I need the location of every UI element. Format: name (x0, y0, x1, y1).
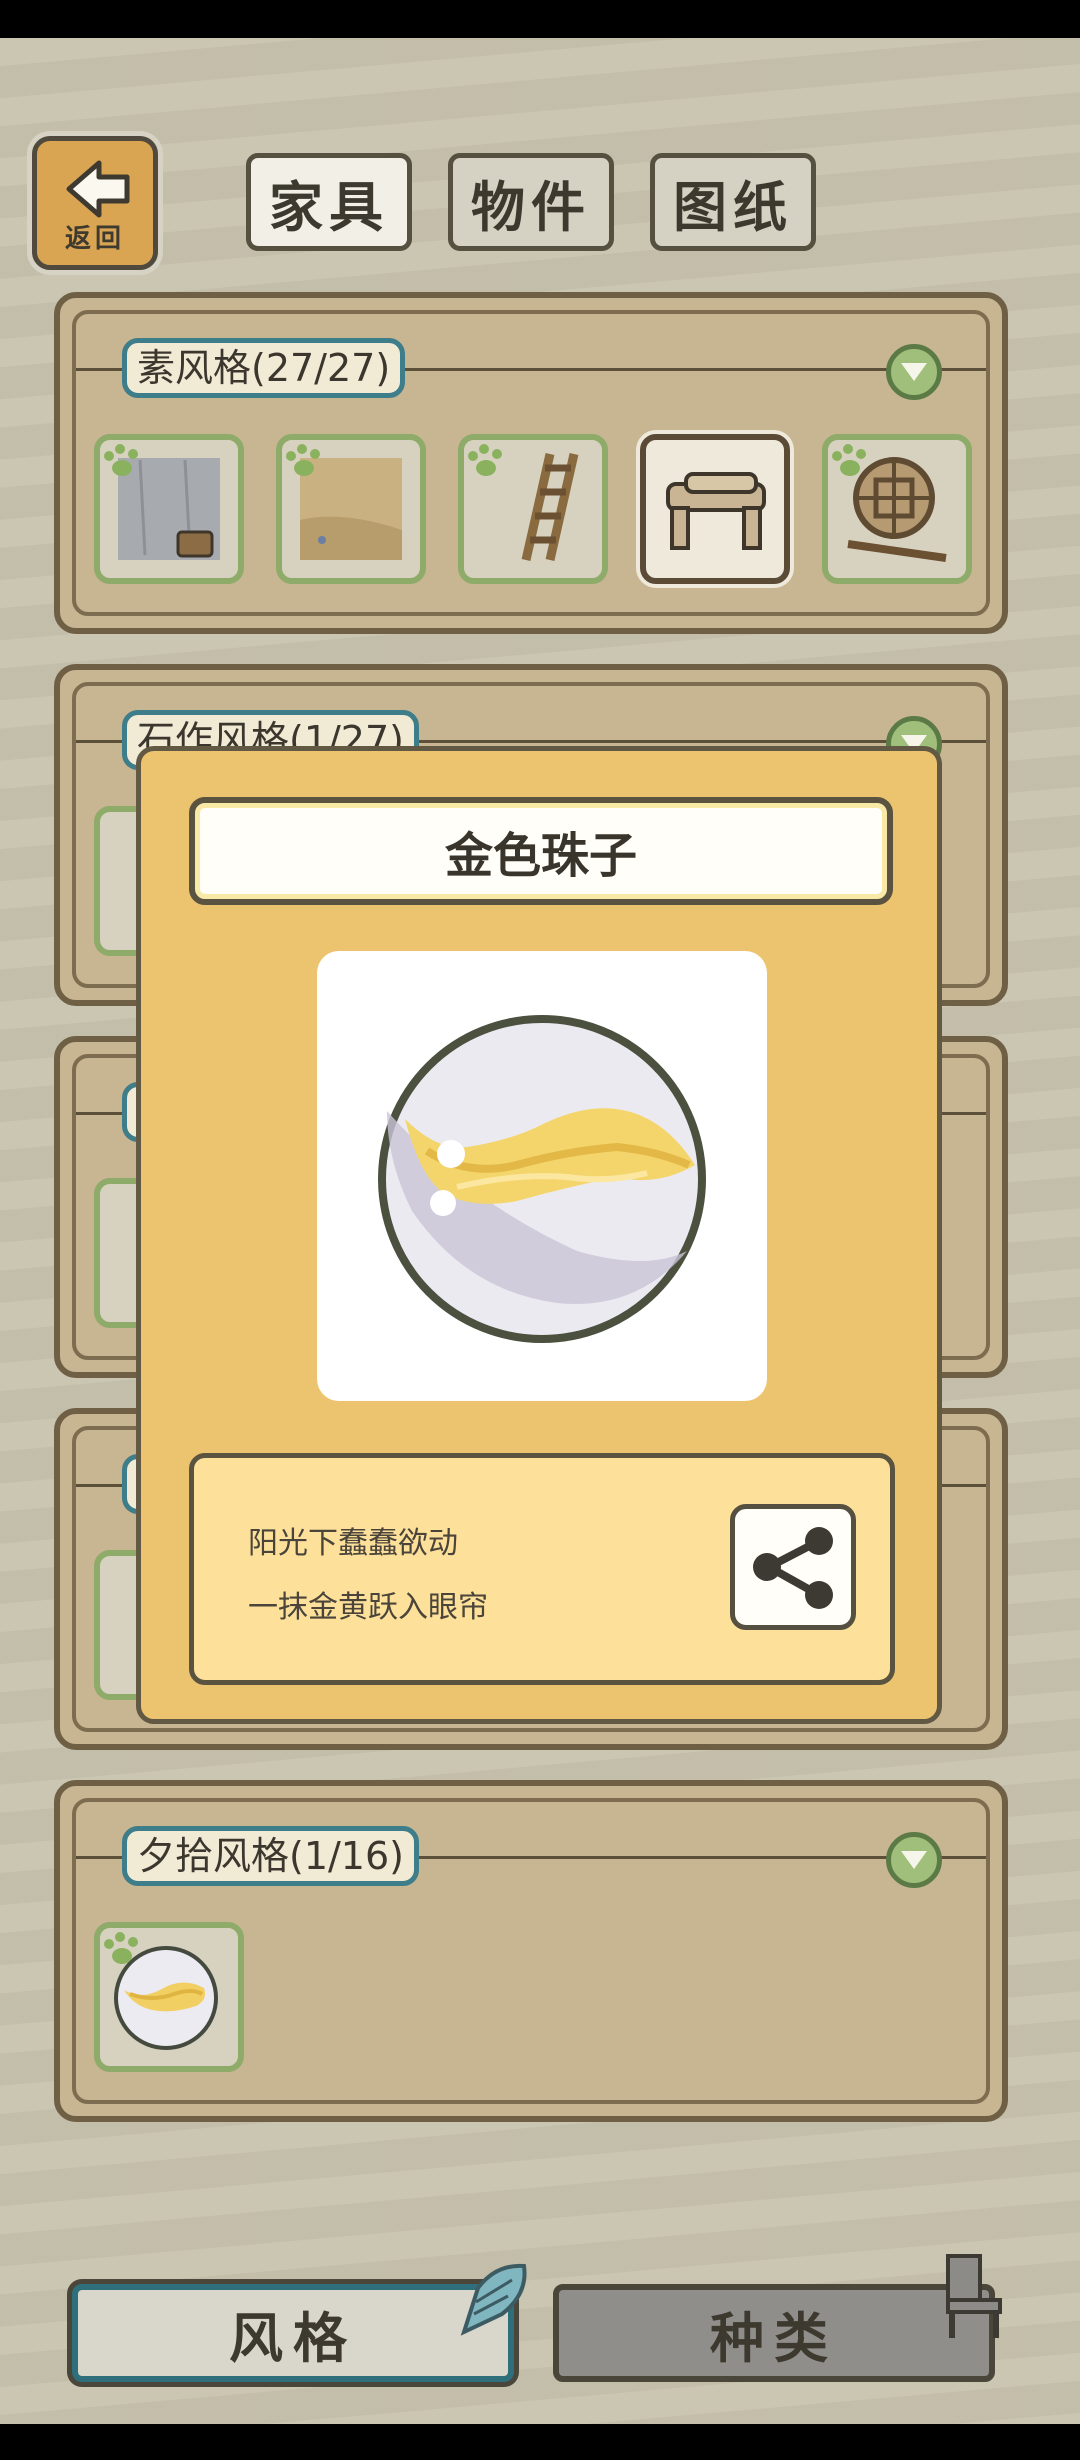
tab-blueprints[interactable]: 图纸 (650, 153, 816, 251)
collected-paw-icon (468, 444, 502, 476)
item-name: 金色珠子 (189, 797, 893, 905)
item-detail-modal: 金色珠子 阳光下蠢蠢欲动 一抹金黄跃入眼帘 (136, 746, 942, 1724)
category-title: 素风格(27/27) (122, 338, 406, 398)
shell-icon (460, 2263, 527, 2336)
collapse-toggle-icon[interactable] (886, 344, 942, 400)
chair-icon (946, 2254, 1002, 2338)
category-title: 夕拾风格(1/16) (122, 1826, 419, 1886)
collapse-toggle-icon[interactable] (886, 1832, 942, 1888)
item-slot-lattice-window[interactable] (822, 434, 972, 584)
description-line: 阳光下蠢蠢欲动 (248, 1526, 458, 1561)
kind-button[interactable]: 种类 (553, 2284, 995, 2382)
item-preview (317, 951, 767, 1401)
share-icon (753, 1527, 833, 1609)
collected-paw-icon (286, 444, 320, 476)
style-button[interactable]: 风格 (72, 2284, 514, 2382)
item-slot-ladder[interactable] (458, 434, 608, 584)
description-line: 一抹金黄跃入眼帘 (248, 1590, 488, 1625)
share-button[interactable] (730, 1504, 856, 1630)
collected-paw-icon (104, 444, 138, 476)
golden-marble-large-icon (378, 1015, 706, 1343)
collected-paw-icon (832, 444, 866, 476)
tab-objects[interactable]: 物件 (448, 153, 614, 251)
item-description: 阳光下蠢蠢欲动 一抹金黄跃入眼帘 (189, 1453, 895, 1685)
category-panel-xishi: 夕拾风格(1/16) (54, 1780, 1008, 2122)
item-slot-sandy-floor[interactable] (276, 434, 426, 584)
item-slot-golden-marble[interactable] (94, 1922, 244, 2072)
status-bar (0, 0, 1080, 38)
back-arrow-icon (66, 160, 130, 218)
back-button[interactable]: 返回 (32, 136, 158, 270)
category-panel-su: 素风格(27/27) (54, 292, 1008, 634)
tab-furniture[interactable]: 家具 (246, 153, 412, 251)
navigation-bar (0, 2424, 1080, 2460)
back-label: 返回 (64, 224, 125, 254)
collected-paw-icon (104, 1932, 138, 1964)
item-slot-log-bench[interactable] (640, 434, 790, 584)
item-slot-bathroom[interactable] (94, 434, 244, 584)
log-bench-icon (666, 472, 766, 550)
